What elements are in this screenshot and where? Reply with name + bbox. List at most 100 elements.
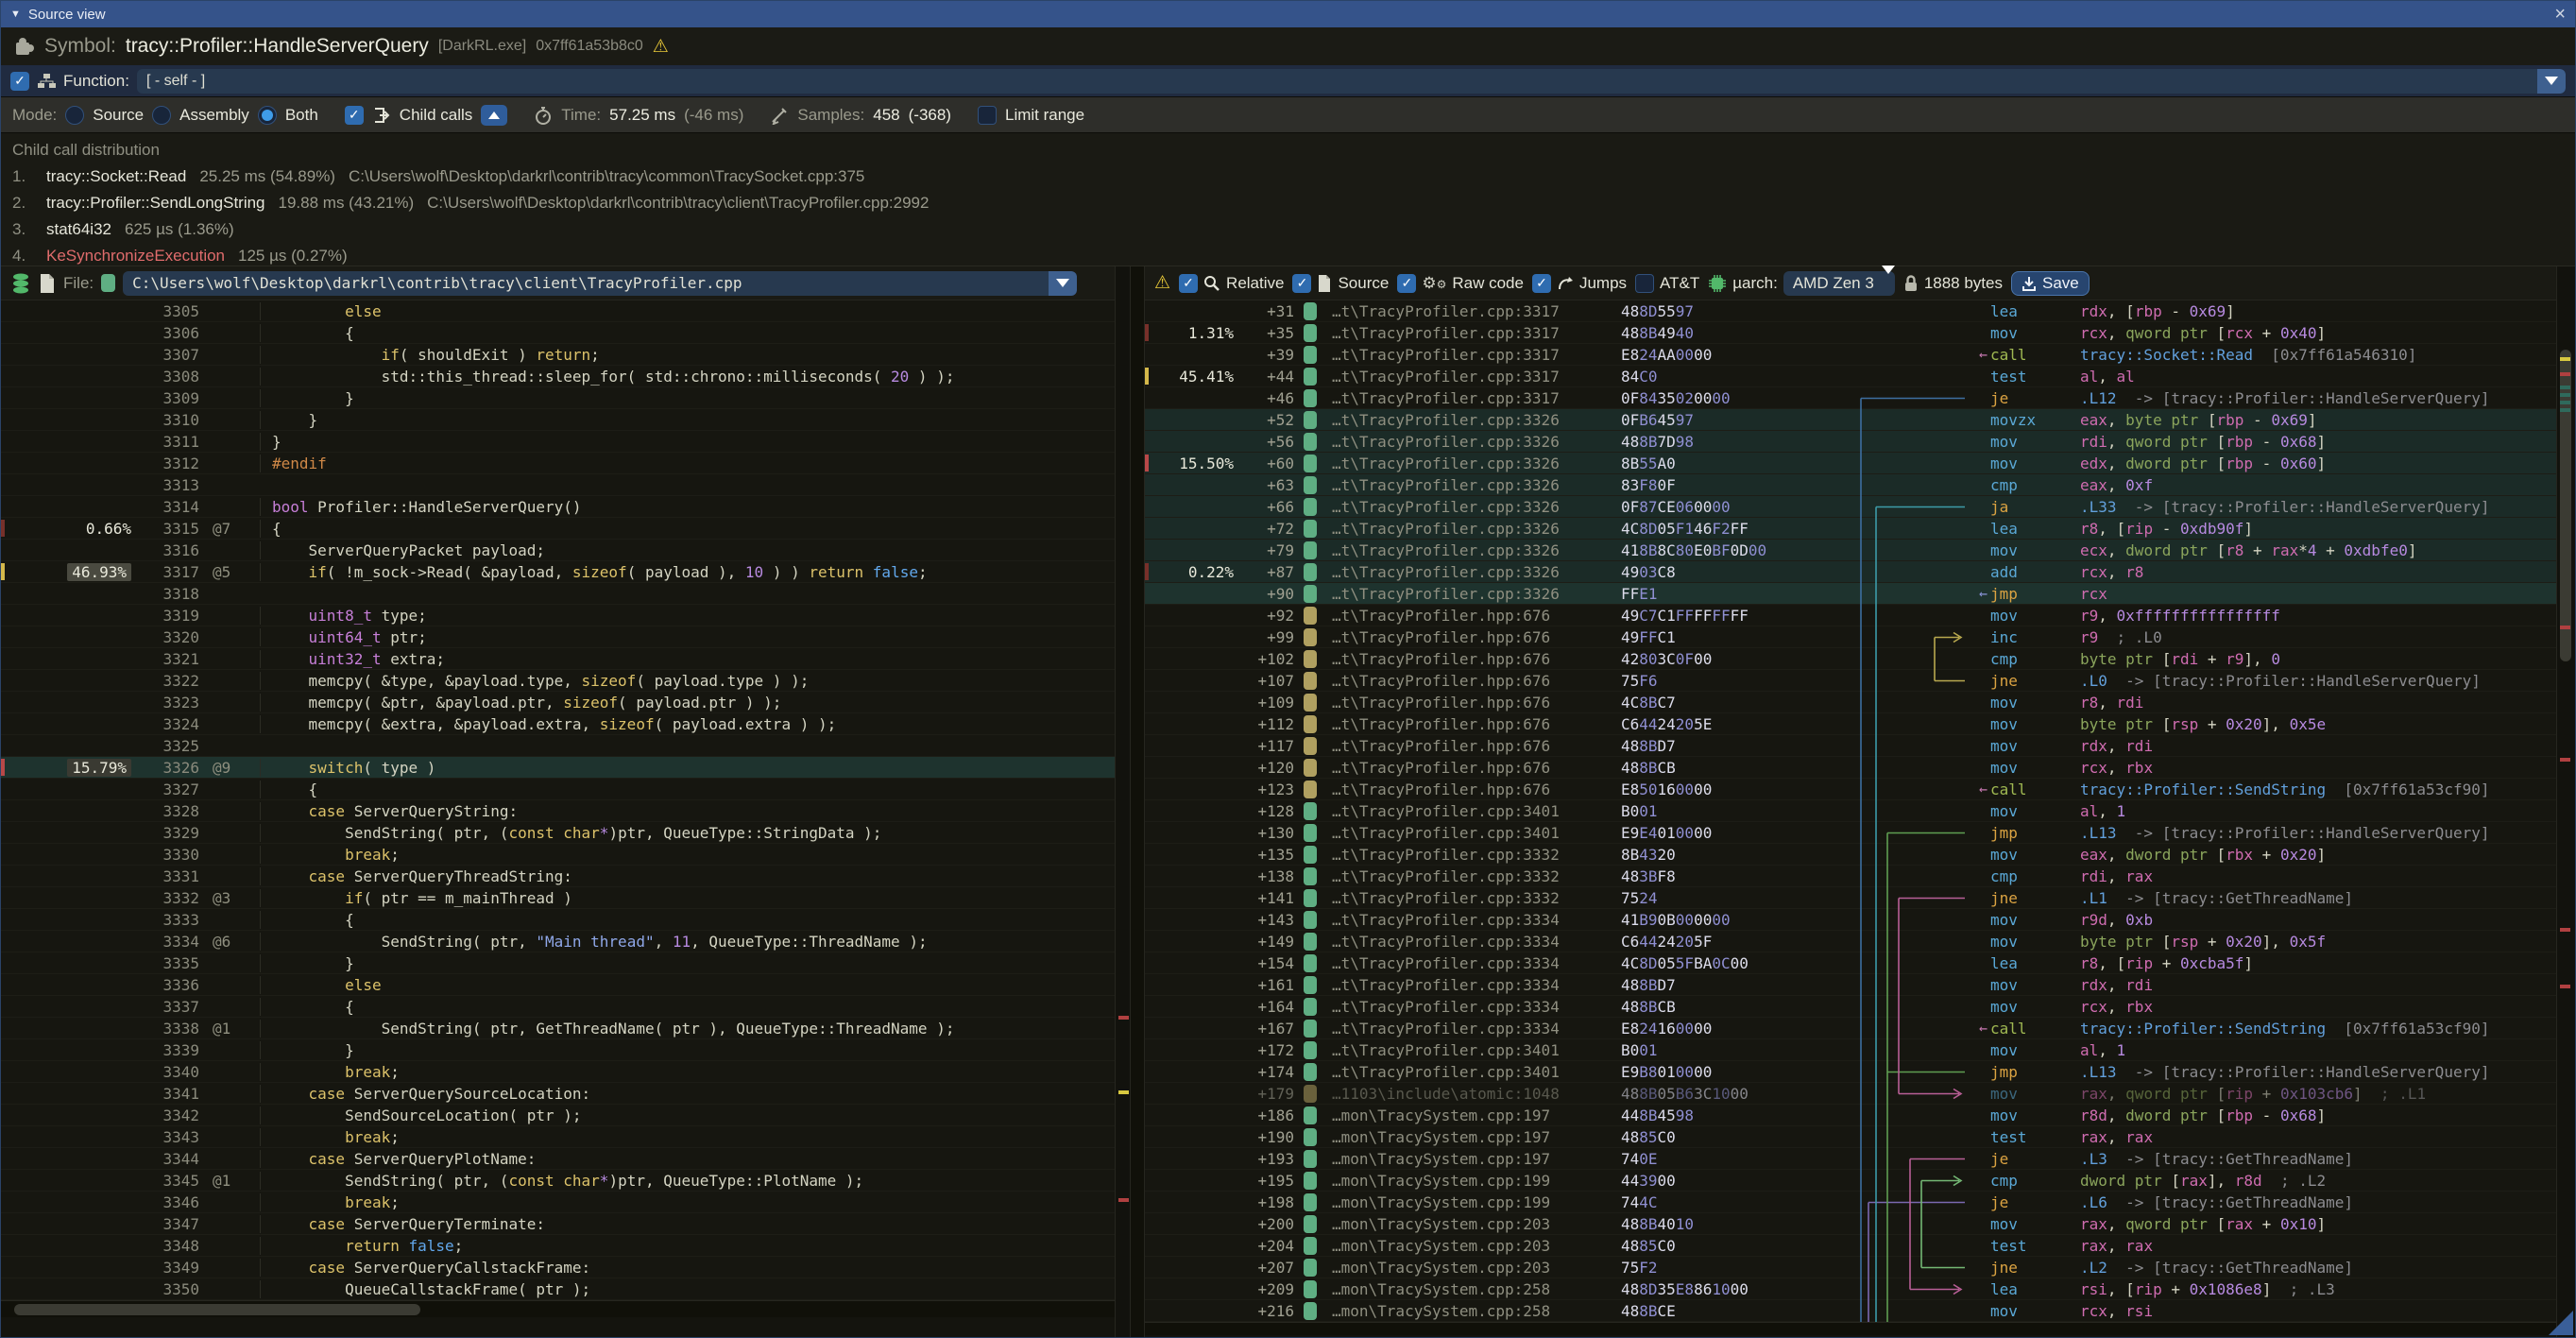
asm-row[interactable]: +209…mon\TracySystem.cpp:258488D35E88610…: [1145, 1278, 2556, 1300]
asm-row[interactable]: +107…t\TracyProfiler.hpp:67675F6jne.L0 -…: [1145, 670, 2556, 692]
collapse-icon[interactable]: ▼: [10, 9, 21, 20]
source-line-row[interactable]: 3323 memcpy( &ptr, &payload.ptr, sizeof(…: [1, 692, 1115, 713]
asm-row[interactable]: +149…t\TracyProfiler.cpp:3334C64424205Fm…: [1145, 931, 2556, 952]
ccd-item[interactable]: 1.tracy::Socket::Read25.25 ms (54.89%)C:…: [12, 163, 2564, 190]
asm-row[interactable]: +123…t\TracyProfiler.hpp:676E850160000←c…: [1145, 779, 2556, 800]
asm-source-checkbox[interactable]: ✓: [1292, 274, 1311, 293]
asm-row[interactable]: +161…t\TracyProfiler.cpp:3334488BD7movrd…: [1145, 974, 2556, 996]
asm-row[interactable]: +99…t\TracyProfiler.hpp:67649FFC1incr9 ;…: [1145, 626, 2556, 648]
source-line-row[interactable]: 3332@3 if( ptr == m_mainThread ): [1, 887, 1115, 909]
source-line-row[interactable]: 3319 uint8_t type;: [1, 605, 1115, 626]
source-line-row[interactable]: 3310 }: [1, 409, 1115, 431]
asm-vscrollbar[interactable]: [2556, 266, 2575, 1337]
asm-row[interactable]: +141…t\TracyProfiler.cpp:33327524jne.L1 …: [1145, 887, 2556, 909]
asm-row[interactable]: +138…t\TracyProfiler.cpp:3332483BF8cmprd…: [1145, 866, 2556, 887]
source-line-row[interactable]: 3312#endif: [1, 453, 1115, 474]
source-line-row[interactable]: 3349 case ServerQueryCallstackFrame:: [1, 1257, 1115, 1278]
close-icon[interactable]: ×: [2554, 5, 2566, 24]
source-line-row[interactable]: 3311}: [1, 431, 1115, 453]
source-line-row[interactable]: 3308 std::this_thread::sleep_for( std::c…: [1, 366, 1115, 387]
asm-row[interactable]: +179…1103\include\atomic:1048488B05B63C1…: [1145, 1083, 2556, 1105]
source-line-row[interactable]: 3338@1 SendString( ptr, GetThreadName( p…: [1, 1018, 1115, 1039]
source-line-row[interactable]: 3343 break;: [1, 1126, 1115, 1148]
radio-assembly[interactable]: [152, 106, 171, 125]
asm-row[interactable]: +198…mon\TracySystem.cpp:199744Cje.L6 ->…: [1145, 1192, 2556, 1213]
asm-row[interactable]: +39…t\TracyProfiler.cpp:3317E824AA0000←c…: [1145, 344, 2556, 366]
asm-row[interactable]: 0.22%+87…t\TracyProfiler.cpp:33264903C8a…: [1145, 561, 2556, 583]
asm-row[interactable]: +46…t\TracyProfiler.cpp:33170F8435020000…: [1145, 387, 2556, 409]
source-line-row[interactable]: 3335 }: [1, 952, 1115, 974]
jumps-checkbox[interactable]: ✓: [1532, 274, 1551, 293]
source-line-row[interactable]: 3318: [1, 583, 1115, 605]
source-line-row[interactable]: 3342 SendSourceLocation( ptr );: [1, 1105, 1115, 1126]
pane-divider[interactable]: [1131, 266, 1144, 1337]
asm-row[interactable]: +130…t\TracyProfiler.cpp:3401E9E4010000j…: [1145, 822, 2556, 844]
asm-row[interactable]: +216…mon\TracySystem.cpp:258488BCEmovrcx…: [1145, 1300, 2556, 1322]
march-combo[interactable]: AMD Zen 3: [1783, 271, 1895, 296]
asm-row[interactable]: +195…mon\TracySystem.cpp:199443900cmpdwo…: [1145, 1170, 2556, 1192]
asm-row[interactable]: +52…t\TracyProfiler.cpp:33260FB64597movz…: [1145, 409, 2556, 431]
child-calls-checkbox[interactable]: ✓: [345, 106, 364, 125]
source-line-row[interactable]: 3316 ServerQueryPacket payload;: [1, 540, 1115, 561]
asm-row[interactable]: +120…t\TracyProfiler.hpp:676488BCBmovrcx…: [1145, 757, 2556, 779]
source-line-row[interactable]: 3350 QueueCallstackFrame( ptr );: [1, 1278, 1115, 1300]
asm-row[interactable]: +167…t\TracyProfiler.cpp:3334E824160000←…: [1145, 1018, 2556, 1039]
source-line-row[interactable]: 3320 uint64_t ptr;: [1, 626, 1115, 648]
source-line-row[interactable]: 3313: [1, 474, 1115, 496]
source-line-row[interactable]: 15.79%3326@9 switch( type ): [1, 757, 1115, 779]
asm-row[interactable]: +56…t\TracyProfiler.cpp:3326488B7D98movr…: [1145, 431, 2556, 453]
source-line-row[interactable]: 3337 {: [1, 996, 1115, 1018]
att-checkbox[interactable]: [1635, 274, 1654, 293]
relative-checkbox[interactable]: ✓: [1179, 274, 1198, 293]
source-line-row[interactable]: 3340 break;: [1, 1061, 1115, 1083]
asm-row[interactable]: +174…t\TracyProfiler.cpp:3401E9B8010000j…: [1145, 1061, 2556, 1083]
source-line-row[interactable]: 3346 break;: [1, 1192, 1115, 1213]
asm-row[interactable]: +207…mon\TracySystem.cpp:20375F2jne.L2 -…: [1145, 1257, 2556, 1278]
asm-row[interactable]: +190…mon\TracySystem.cpp:1974885C0testra…: [1145, 1126, 2556, 1148]
save-button[interactable]: Save: [2011, 271, 2090, 296]
source-line-row[interactable]: 3347 case ServerQueryTerminate:: [1, 1213, 1115, 1235]
file-combo[interactable]: C:\Users\wolf\Desktop\darkrl\contrib\tra…: [123, 271, 1077, 296]
asm-row[interactable]: +204…mon\TracySystem.cpp:2034885C0testra…: [1145, 1235, 2556, 1257]
chevron-down-icon[interactable]: [1049, 271, 1077, 296]
asm-row[interactable]: +90…t\TracyProfiler.cpp:3326FFE1←jmprcx: [1145, 583, 2556, 605]
asm-row[interactable]: +128…t\TracyProfiler.cpp:3401B001moval, …: [1145, 800, 2556, 822]
raw-code-checkbox[interactable]: ✓: [1397, 274, 1416, 293]
collapse-up-button[interactable]: [481, 105, 507, 126]
source-line-row[interactable]: 3327 {: [1, 779, 1115, 800]
asm-hscrollbar[interactable]: [1145, 1322, 2556, 1335]
source-line-row[interactable]: 3306 {: [1, 322, 1115, 344]
source-line-row[interactable]: 3345@1 SendString( ptr, (const char*)ptr…: [1, 1170, 1115, 1192]
source-line-row[interactable]: 3330 break;: [1, 844, 1115, 866]
asm-row[interactable]: +72…t\TracyProfiler.cpp:33264C8D05F146F2…: [1145, 518, 2556, 540]
asm-row[interactable]: +63…t\TracyProfiler.cpp:332683F80Fcmpeax…: [1145, 474, 2556, 496]
source-line-row[interactable]: 3336 else: [1, 974, 1115, 996]
asm-row[interactable]: +164…t\TracyProfiler.cpp:3334488BCBmovrc…: [1145, 996, 2556, 1018]
source-line-row[interactable]: 3321 uint32_t extra;: [1, 648, 1115, 670]
source-line-row[interactable]: 3324 memcpy( &extra, &payload.extra, siz…: [1, 713, 1115, 735]
function-combo[interactable]: [ - self - ]: [137, 69, 2566, 94]
source-hscrollbar[interactable]: [1, 1300, 1115, 1317]
asm-row[interactable]: +102…t\TracyProfiler.hpp:67642803C0F00cm…: [1145, 648, 2556, 670]
chevron-down-icon[interactable]: [2537, 69, 2566, 94]
radio-source[interactable]: [65, 106, 84, 125]
asm-row[interactable]: +135…t\TracyProfiler.cpp:33328B4320movea…: [1145, 844, 2556, 866]
source-line-row[interactable]: 3339 }: [1, 1039, 1115, 1061]
asm-row[interactable]: +31…t\TracyProfiler.cpp:3317488D5597lear…: [1145, 300, 2556, 322]
asm-row[interactable]: +172…t\TracyProfiler.cpp:3401B001moval, …: [1145, 1039, 2556, 1061]
asm-row[interactable]: +143…t\TracyProfiler.cpp:333441B90B00000…: [1145, 909, 2556, 931]
asm-row[interactable]: 15.50%+60…t\TracyProfiler.cpp:33268B55A0…: [1145, 453, 2556, 474]
asm-row[interactable]: +92…t\TracyProfiler.hpp:67649C7C1FFFFFFF…: [1145, 605, 2556, 626]
asm-row[interactable]: +66…t\TracyProfiler.cpp:33260F87CE060000…: [1145, 496, 2556, 518]
source-line-row[interactable]: 3314bool Profiler::HandleServerQuery(): [1, 496, 1115, 518]
asm-row[interactable]: +79…t\TracyProfiler.cpp:3326418B8C80E0BF…: [1145, 540, 2556, 561]
source-line-row[interactable]: 3322 memcpy( &type, &payload.type, sizeo…: [1, 670, 1115, 692]
source-line-row[interactable]: 3307 if( shouldExit ) return;: [1, 344, 1115, 366]
asm-row[interactable]: +154…t\TracyProfiler.cpp:33344C8D055FBA0…: [1145, 952, 2556, 974]
resize-grip[interactable]: [2549, 1311, 2573, 1335]
ccd-item[interactable]: 3.stat64i32625 µs (1.36%): [12, 216, 2564, 243]
source-line-row[interactable]: 3329 SendString( ptr, (const char*)ptr, …: [1, 822, 1115, 844]
source-line-row[interactable]: 3309 }: [1, 387, 1115, 409]
source-hscroll-thumb[interactable]: [14, 1304, 420, 1315]
asm-row[interactable]: 1.31%+35…t\TracyProfiler.cpp:3317488B494…: [1145, 322, 2556, 344]
